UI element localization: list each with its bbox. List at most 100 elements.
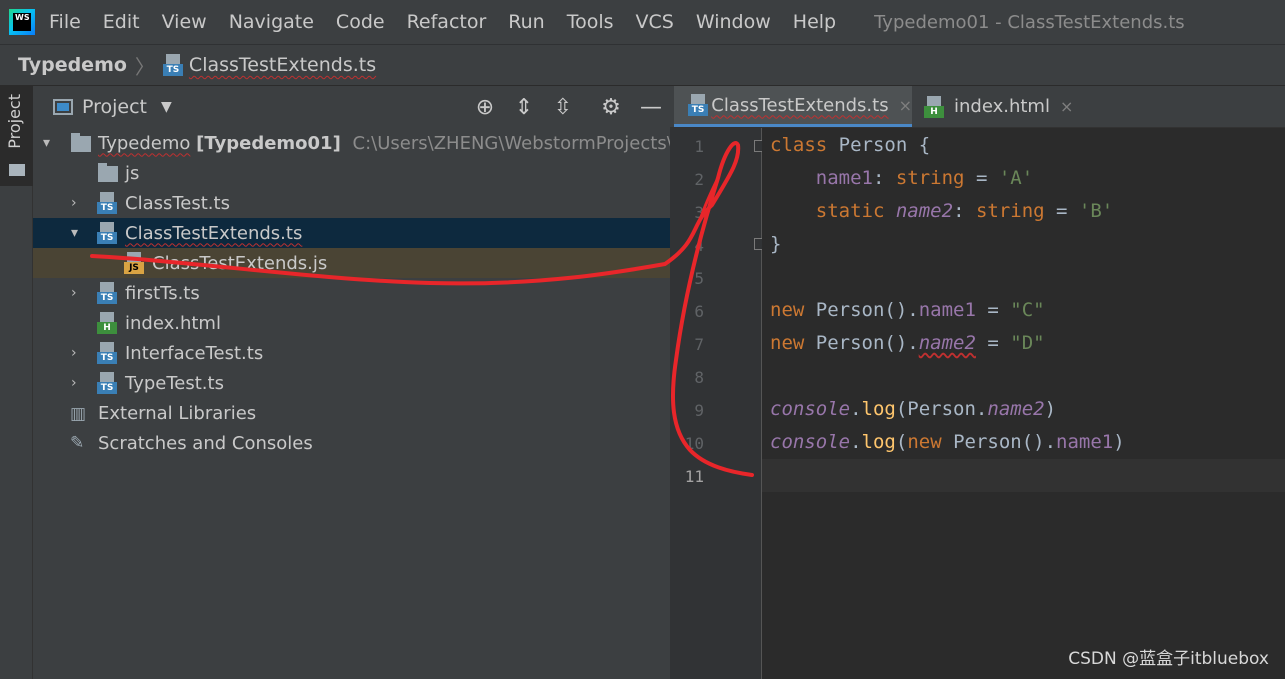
menu-edit[interactable]: Edit xyxy=(103,11,140,33)
project-tool-label: Project xyxy=(5,94,24,149)
breadcrumb-file[interactable]: ClassTestExtends.ts xyxy=(189,54,376,76)
html-file-icon: H xyxy=(97,312,117,334)
project-view-icon xyxy=(53,99,73,115)
tree-item-label: Scratches and Consoles xyxy=(98,432,313,454)
tree-item-typetest[interactable]: › TS TypeTest.ts xyxy=(33,368,670,398)
project-tree: ▾ Typedemo [Typedemo01] C:\Users\ZHENG\W… xyxy=(33,128,703,458)
menu-refactor[interactable]: Refactor xyxy=(407,11,487,33)
code-line: class Person { xyxy=(770,134,931,156)
watermark: CSDN @蓝盒子itbluebox xyxy=(1068,649,1269,669)
close-icon[interactable]: × xyxy=(1060,97,1073,116)
menu-code[interactable]: Code xyxy=(336,11,385,33)
ts-icon-label: TS xyxy=(97,292,117,304)
tree-item-label: ClassTest.ts xyxy=(125,192,230,214)
chevron-right-icon[interactable]: › xyxy=(71,345,77,361)
menu-window[interactable]: Window xyxy=(696,11,771,33)
line-number: 3 xyxy=(694,203,704,222)
javascript-file-icon: JS xyxy=(124,252,144,274)
editor-tab-bar: TS ClassTestExtends.ts × H index.html × xyxy=(670,86,1285,128)
tree-item-label: Typedemo [Typedemo01] C:\Users\ZHENG\Web… xyxy=(98,133,703,154)
project-panel-header: Project ▼ ⊕ ⇕ ⇳ ⚙ — xyxy=(33,86,670,128)
tree-item-firstts[interactable]: › TS firstTs.ts xyxy=(33,278,670,308)
line-number: 2 xyxy=(694,170,704,189)
line-number: 10 xyxy=(684,434,704,453)
caret-row-highlight xyxy=(762,459,1285,492)
chevron-down-icon[interactable]: ▾ xyxy=(43,135,50,151)
tree-item-classtestextends-ts[interactable]: ▾ TS ClassTestExtends.ts xyxy=(33,218,670,248)
project-view-title[interactable]: Project xyxy=(82,96,147,118)
breadcrumb-project[interactable]: Typedemo xyxy=(18,54,127,76)
line-number: 9 xyxy=(694,401,704,420)
editor-gutter: 1 2 3 4 5 6 7 8 9 10 11 xyxy=(670,128,765,679)
tree-item-typedemo[interactable]: ▾ Typedemo [Typedemo01] C:\Users\ZHENG\W… xyxy=(33,128,703,158)
tree-item-js[interactable]: js xyxy=(33,158,670,188)
folder-icon xyxy=(9,164,25,176)
folder-icon xyxy=(98,163,118,182)
breadcrumb-separator: 〉 xyxy=(134,54,155,79)
menu-view[interactable]: View xyxy=(162,11,207,33)
ts-icon-label: TS xyxy=(97,202,117,214)
typescript-file-icon: TS xyxy=(97,192,117,214)
code-line: new Person().name2 = "D" xyxy=(770,332,1045,354)
tree-item-scratches[interactable]: ✎ Scratches and Consoles xyxy=(33,428,670,458)
code-editor[interactable]: class Person { name1: string = 'A' stati… xyxy=(762,128,1285,679)
tab-index-html[interactable]: H index.html × xyxy=(924,86,1073,127)
typescript-file-icon: TS xyxy=(688,94,708,116)
html-icon-label: H xyxy=(97,322,117,334)
typescript-file-icon: TS xyxy=(97,372,117,394)
menu-vcs[interactable]: VCS xyxy=(636,11,674,33)
gear-icon[interactable]: ⚙ xyxy=(598,95,624,121)
chevron-right-icon[interactable]: › xyxy=(71,375,77,391)
project-tool-tab[interactable]: Project xyxy=(0,86,33,186)
tree-item-external-libraries[interactable]: ▥ External Libraries xyxy=(33,398,670,428)
menu-tools[interactable]: Tools xyxy=(567,11,614,33)
line-number: 1 xyxy=(694,137,704,156)
code-line: static name2: string = 'B' xyxy=(815,200,1114,222)
minimize-icon[interactable]: — xyxy=(638,95,664,121)
project-module-name: [Typedemo01] xyxy=(196,132,341,154)
breadcrumb: Typedemo 〉 TS ClassTestExtends.ts xyxy=(0,44,1285,86)
code-line: console.log(new Person().name1) xyxy=(770,431,1125,453)
menu-help[interactable]: Help xyxy=(793,11,836,33)
tab-label: index.html xyxy=(954,96,1050,117)
ts-icon-label: TS xyxy=(97,232,117,244)
typescript-file-icon: TS xyxy=(97,282,117,304)
tree-item-label: External Libraries xyxy=(98,402,257,424)
line-number: 7 xyxy=(694,335,704,354)
collapse-all-icon[interactable]: ⇳ xyxy=(550,95,576,121)
menu-bar: WS File Edit View Navigate Code Refactor… xyxy=(0,0,1285,44)
html-icon-label: H xyxy=(924,105,944,118)
tree-item-label: ClassTestExtends.ts xyxy=(125,222,303,244)
tree-item-label: InterfaceTest.ts xyxy=(125,342,264,364)
tool-window-strip: Project xyxy=(0,86,33,679)
menu-file[interactable]: File xyxy=(49,11,81,33)
chevron-down-icon[interactable]: ▾ xyxy=(71,225,78,241)
tree-item-index-html[interactable]: H index.html xyxy=(33,308,670,338)
tree-item-interfacetest[interactable]: › TS InterfaceTest.ts xyxy=(33,338,670,368)
tree-item-label: js xyxy=(125,162,140,184)
tab-classtestextends-ts[interactable]: TS ClassTestExtends.ts × xyxy=(674,86,912,127)
tree-item-label: firstTs.ts xyxy=(125,282,200,304)
tree-item-classtestextends-js[interactable]: JS ClassTestExtends.js xyxy=(33,248,670,278)
close-icon[interactable]: × xyxy=(899,96,912,115)
locate-icon[interactable]: ⊕ xyxy=(472,95,498,121)
chevron-right-icon[interactable]: › xyxy=(71,195,77,211)
tree-item-classtest[interactable]: › TS ClassTest.ts xyxy=(33,188,670,218)
line-number: 8 xyxy=(694,368,704,387)
tree-item-label: index.html xyxy=(125,312,221,334)
typescript-file-icon: TS xyxy=(162,54,183,76)
menu-run[interactable]: Run xyxy=(508,11,544,33)
code-line: console.log(Person.name2) xyxy=(770,398,1057,420)
webstorm-logo-icon: WS xyxy=(9,9,35,35)
line-number: 5 xyxy=(694,269,704,288)
chevron-down-icon[interactable]: ▼ xyxy=(161,99,172,115)
project-panel: Project ▼ ⊕ ⇕ ⇳ ⚙ — ▾ Typedemo [Typedemo… xyxy=(33,86,703,679)
chevron-right-icon[interactable]: › xyxy=(71,285,77,301)
ts-icon-label: TS xyxy=(162,64,183,76)
ts-icon-label: TS xyxy=(97,352,117,364)
logo-text: WS xyxy=(13,13,31,31)
menu-navigate[interactable]: Navigate xyxy=(229,11,314,33)
expand-all-icon[interactable]: ⇕ xyxy=(511,95,537,121)
typescript-file-icon: TS xyxy=(97,222,117,244)
code-line: } xyxy=(770,233,782,255)
